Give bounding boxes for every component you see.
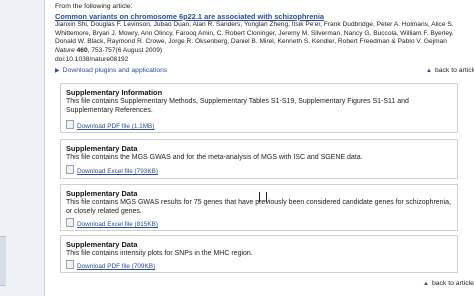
supplementary-info-page: From the following article: Common varia… [55,0,474,296]
supplementary-heading: Supplementary Information [66,88,163,97]
back-to-article-label: back to article [431,280,474,287]
journal-name: Nature [55,47,75,54]
download-pdf-link[interactable]: Download PDF file (1.1MB) [66,120,154,130]
excel-file-icon [66,218,74,227]
arrow-up-icon: ▲ [423,281,429,287]
text-cursor-icon [259,192,267,202]
author-list: Jianxin Shi, Douglas F. Levinson, Jubao … [55,21,454,46]
supplementary-description: This file contains intensity plots for S… [66,250,253,257]
citation-pages: , 753-757(6 August 2009) [87,47,163,54]
supplementary-description: This file contains Supplementary Methods… [66,98,409,114]
left-sidebar-strip [0,0,45,296]
pdf-file-icon [66,260,74,269]
supplementary-heading: Supplementary Data [66,189,138,198]
from-article-label: From the following article: [55,3,133,10]
supplementary-description: This file contains the MGS GWAS and for … [66,154,363,161]
article-title-link[interactable]: Common variants on chromosome 6p22.1 are… [55,12,324,21]
supplementary-item: Supplementary Data This file contains in… [60,235,458,273]
excel-file-icon [66,165,74,174]
supplementary-heading: Supplementary Data [66,240,138,249]
pdf-file-icon [66,120,74,129]
citation: Nature 460, 753-757(6 August 2009) [55,47,162,54]
arrow-up-icon: ▲ [426,68,432,74]
scroll-notch [0,236,6,286]
back-to-article-label: back to article [434,67,474,74]
download-plugins-link[interactable]: ▶ Download plugins and applications [55,67,167,74]
back-to-article-link[interactable]: ▲ back to article [423,280,474,287]
download-label: Download Excel file (793KB) [77,168,158,175]
download-pdf-link[interactable]: Download PDF file (709KB) [66,260,155,270]
supplementary-item: Supplementary Data This file contains th… [60,139,458,179]
download-excel-link[interactable]: Download Excel file (793KB) [66,165,158,175]
download-label: Download Excel file (815KB) [77,221,158,228]
journal-volume: 460 [76,47,88,54]
doi: doi:10.1038/nature08192 [55,56,129,63]
triangle-right-icon: ▶ [55,68,60,74]
back-to-article-link[interactable]: ▲ back to article [426,67,474,74]
download-label: Download PDF file (1.1MB) [77,123,155,130]
download-excel-link[interactable]: Download Excel file (815KB) [66,218,158,228]
supplementary-heading: Supplementary Data [66,144,138,153]
download-plugins-label: Download plugins and applications [62,67,168,74]
download-label: Download PDF file (709KB) [77,263,156,270]
supplementary-item: Supplementary Information This file cont… [60,83,458,133]
